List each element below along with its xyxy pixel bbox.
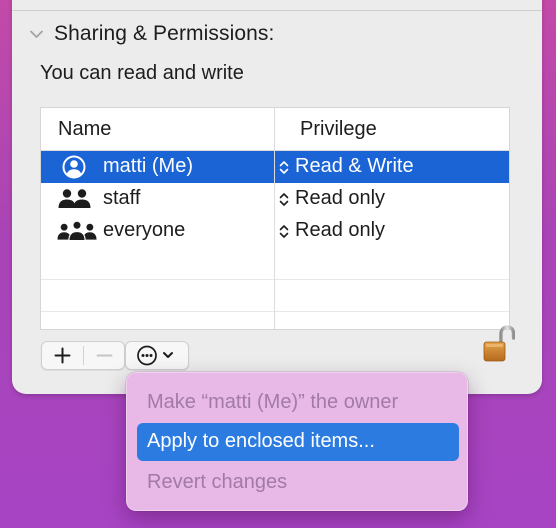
action-context-menu: Make “matti (Me)” the owner Apply to enc… [126,372,468,511]
menu-item-make-owner: Make “matti (Me)” the owner [147,391,399,413]
table-row[interactable]: everyone Read only [41,215,509,247]
minus-icon [96,354,113,357]
up-down-chevron-icon[interactable] [279,160,289,175]
row-name: everyone [103,219,186,241]
unlocked-padlock-icon[interactable] [481,324,515,364]
row-privilege-select[interactable]: Read only [295,187,385,210]
group-icon [58,189,91,208]
everyone-group-icon [57,220,97,242]
row-name: matti (Me) [103,155,193,177]
column-divider [274,108,275,329]
access-description: You can read and write [40,62,244,84]
column-header-name[interactable]: Name [58,118,111,141]
menu-item-revert-changes: Revert changes [147,471,288,493]
row-divider [41,311,509,312]
up-down-chevron-icon[interactable] [279,192,289,207]
remove-user-button[interactable] [84,342,124,369]
column-header-privilege[interactable]: Privilege [300,118,377,141]
table-row[interactable]: staff Read only [41,183,509,215]
row-privilege-select[interactable]: Read & Write [295,155,414,178]
table-header: Name Privilege [41,108,509,151]
permissions-table: Name Privilege matti (Me) Read & Write s… [40,107,510,330]
section-title: Sharing & Permissions: [54,22,275,45]
user-circle-icon [62,155,86,179]
chevron-down-icon[interactable] [29,27,44,42]
sharing-permissions-panel: Sharing & Permissions: You can read and … [12,0,542,394]
up-down-chevron-icon[interactable] [279,224,289,239]
row-divider [41,279,509,280]
ellipsis-circle-icon [137,345,173,366]
menu-item-apply-to-enclosed[interactable]: Apply to enclosed items... [137,423,459,461]
section-divider [12,10,542,11]
table-row[interactable]: matti (Me) Read & Write [41,151,509,183]
plus-icon [54,347,71,364]
row-name: staff [103,187,141,209]
add-user-button[interactable] [42,342,83,369]
add-remove-segmented-control [41,341,125,370]
row-privilege-select[interactable]: Read only [295,219,385,242]
action-menu-button[interactable] [125,341,189,370]
section-header[interactable]: Sharing & Permissions: [29,22,274,46]
